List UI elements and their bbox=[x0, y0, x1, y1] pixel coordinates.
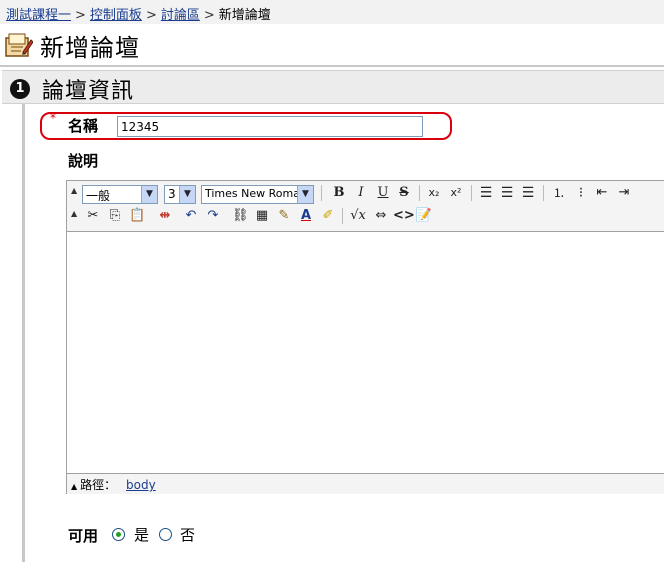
toolbar-row-2: ▲ ✂ ⎘ 📋 ⇹ ↶ ↷ ⛓ ▦ ✎ A ✐ √x ⇔ <> 📝 bbox=[67, 205, 664, 229]
editor-status-bar: ▲ 路徑： body bbox=[67, 473, 664, 494]
name-label: 名稱 bbox=[68, 117, 99, 135]
underline-button[interactable]: U bbox=[375, 184, 391, 202]
indent-icon[interactable]: ⇥ bbox=[616, 184, 632, 202]
ordered-list-icon[interactable]: ⒈ bbox=[551, 184, 567, 202]
redo-icon[interactable]: ↷ bbox=[205, 207, 221, 225]
font-select[interactable]: Times New Roman ▼ bbox=[201, 185, 314, 204]
anchor-icon[interactable]: ⇔ bbox=[371, 207, 391, 225]
special-char-icon[interactable]: ⇹ bbox=[155, 207, 175, 225]
strikethrough-button[interactable]: S bbox=[396, 184, 412, 202]
editor-content-area[interactable] bbox=[67, 231, 664, 473]
font-color-icon[interactable]: A bbox=[298, 207, 314, 225]
required-marker: * bbox=[50, 111, 56, 125]
status-grip-icon[interactable]: ▲ bbox=[71, 482, 77, 491]
undo-icon[interactable]: ↶ bbox=[183, 207, 199, 225]
toolbar-separator bbox=[543, 185, 544, 201]
font-select-value: Times New Roman bbox=[205, 187, 307, 200]
size-select-value: 3 bbox=[168, 187, 176, 201]
cut-icon[interactable]: ✂ bbox=[85, 207, 101, 225]
breadcrumb-current: 新增論壇 bbox=[218, 8, 271, 23]
breadcrumb-link-control-panel[interactable]: 控制面板 bbox=[90, 8, 142, 23]
path-label: 路徑： bbox=[80, 478, 117, 492]
toolbar-separator bbox=[321, 185, 322, 201]
toolbar-grip-icon[interactable]: ▲ bbox=[71, 186, 77, 195]
format-select[interactable]: 一般 ▼ bbox=[82, 185, 158, 204]
chevron-down-icon[interactable]: ▼ bbox=[141, 186, 157, 203]
available-no-radio[interactable] bbox=[159, 528, 172, 541]
highlight-icon[interactable]: ✐ bbox=[320, 207, 336, 225]
toolbar-separator bbox=[342, 208, 343, 224]
italic-button[interactable]: I bbox=[353, 184, 369, 202]
forum-edit-icon bbox=[5, 33, 33, 57]
toolbar-grip-icon[interactable]: ▲ bbox=[71, 209, 77, 218]
available-yes-label[interactable]: 是 bbox=[134, 524, 149, 545]
unordered-list-icon[interactable]: ⁝ bbox=[573, 184, 589, 202]
align-right-icon[interactable]: ☰ bbox=[520, 184, 536, 202]
editor-toolbar: ▲ 一般 ▼ 3 ▼ Times New Roman ▼ B I U S x₂ … bbox=[67, 181, 664, 231]
breadcrumb-separator: > bbox=[75, 8, 86, 23]
size-select[interactable]: 3 ▼ bbox=[164, 185, 196, 204]
available-label: 可用 bbox=[68, 527, 99, 545]
spellcheck-icon[interactable]: 📝 bbox=[415, 207, 433, 225]
breadcrumb-separator: > bbox=[203, 8, 215, 23]
toolbar-separator bbox=[471, 185, 472, 201]
align-center-icon[interactable]: ☰ bbox=[499, 184, 515, 202]
breadcrumb-link-discussion[interactable]: 討論區 bbox=[161, 8, 200, 23]
section-title: 論壇資訊 bbox=[42, 79, 135, 104]
table-icon[interactable]: ▦ bbox=[254, 207, 270, 225]
superscript-button[interactable]: x² bbox=[447, 184, 465, 202]
name-input[interactable] bbox=[117, 116, 423, 137]
pencil-icon[interactable]: ✎ bbox=[276, 207, 292, 225]
available-no-label[interactable]: 否 bbox=[180, 524, 195, 545]
path-body-link[interactable]: body bbox=[126, 478, 156, 492]
align-left-icon[interactable]: ☰ bbox=[478, 184, 494, 202]
equation-icon[interactable]: √x bbox=[348, 207, 368, 225]
paste-icon[interactable]: 📋 bbox=[129, 207, 145, 225]
copy-icon[interactable]: ⎘ bbox=[107, 207, 123, 225]
chevron-down-icon[interactable]: ▼ bbox=[179, 186, 195, 203]
section-header: 1 論壇資訊 bbox=[2, 70, 664, 104]
breadcrumb-link-course[interactable]: 測試課程一 bbox=[6, 8, 71, 23]
bold-button[interactable]: B bbox=[331, 184, 347, 202]
breadcrumb-separator: > bbox=[145, 8, 157, 23]
available-yes-radio[interactable] bbox=[112, 528, 125, 541]
page-title: 新增論壇 bbox=[40, 34, 140, 62]
description-label: 說明 bbox=[68, 152, 99, 170]
outdent-icon[interactable]: ⇤ bbox=[594, 184, 610, 202]
subscript-button[interactable]: x₂ bbox=[425, 184, 443, 202]
header-divider bbox=[0, 65, 664, 67]
format-select-value: 一般 bbox=[86, 189, 111, 203]
breadcrumb: 測試課程一 > 控制面板 > 討論區 > 新增論壇 bbox=[0, 0, 664, 24]
chevron-down-icon[interactable]: ▼ bbox=[297, 186, 313, 203]
toolbar-separator bbox=[419, 185, 420, 201]
page-header: 新增論壇 bbox=[0, 24, 664, 66]
step-number-badge: 1 bbox=[10, 79, 30, 99]
rich-text-editor: ▲ 一般 ▼ 3 ▼ Times New Roman ▼ B I U S x₂ … bbox=[66, 180, 664, 494]
link-icon[interactable]: ⛓ bbox=[232, 207, 249, 225]
section-rail bbox=[22, 104, 25, 562]
toolbar-row-1: ▲ 一般 ▼ 3 ▼ Times New Roman ▼ B I U S x₂ … bbox=[67, 182, 664, 206]
source-code-icon[interactable]: <> bbox=[393, 207, 415, 225]
